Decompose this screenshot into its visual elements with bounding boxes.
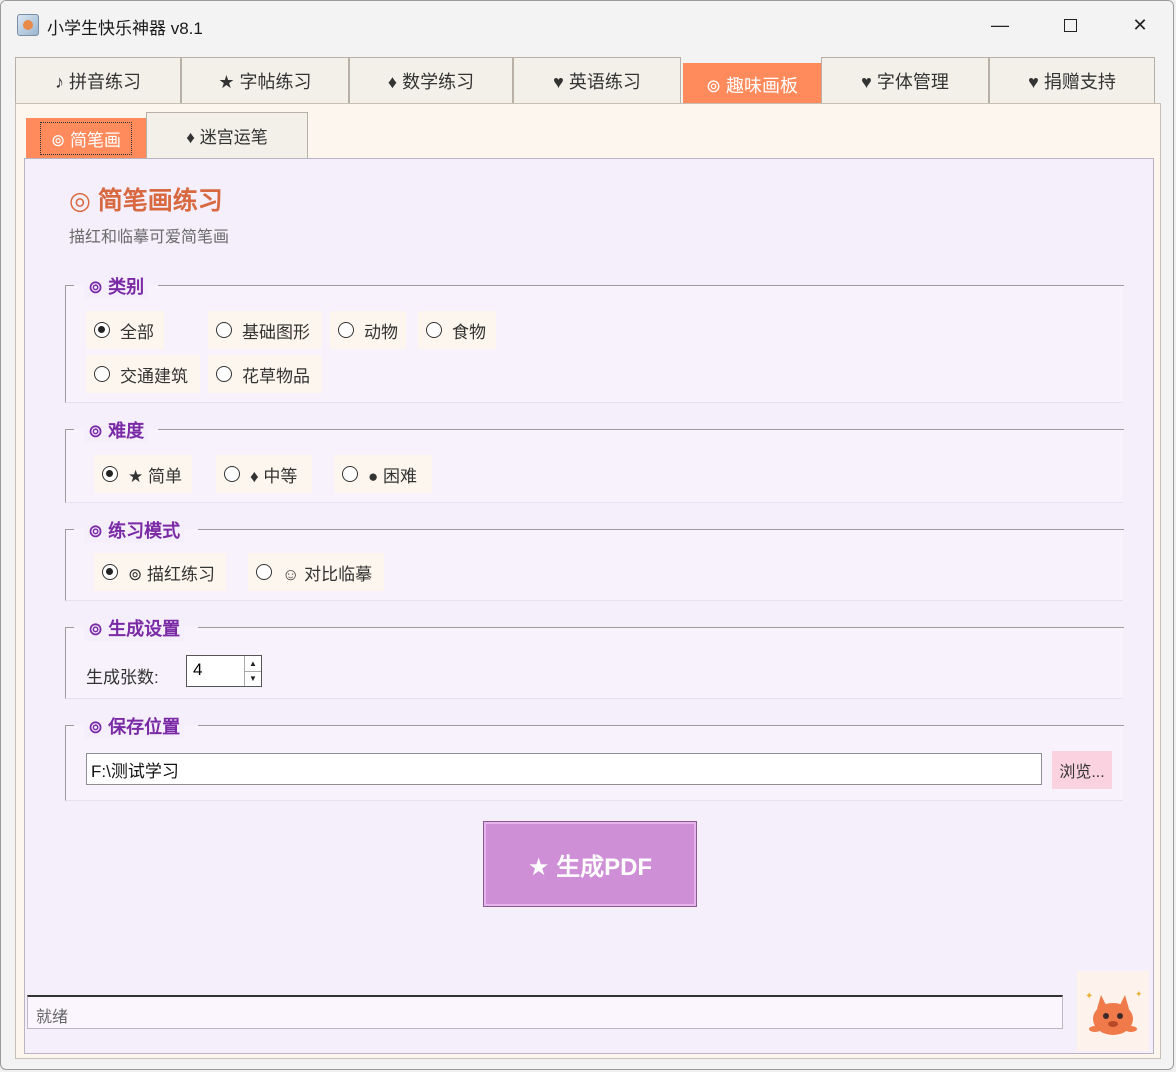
- tab-copybook[interactable]: ★ 字帖练习: [181, 57, 349, 103]
- radio-icon: [224, 466, 240, 482]
- radio-icon: [426, 322, 442, 338]
- category-label: ⊚ 类别: [84, 273, 149, 299]
- stick-drawing-panel: ◎ 简笔画练习 描红和临摹可爱简笔画 ⊚ 类别 全部 基础图形 动物 食物 交通…: [24, 158, 1154, 1054]
- page-title: ◎ 简笔画练习: [69, 187, 223, 215]
- main-tab-area: ♪ 拼音练习 ★ 字帖练习 ♦ 数学练习 ♥ 英语练习 ⊚ 趣味画板 ♥ 字体管…: [15, 55, 1161, 1059]
- group-divider: [198, 627, 1124, 628]
- page-subtitle: 描红和临摹可爱简笔画: [69, 229, 230, 246]
- category-option-shapes[interactable]: 基础图形: [208, 311, 322, 349]
- fun-drawing-panel: ⊚ 简笔画 ♦ 迷宫运笔 ◎ 简笔画练习 描红和临摹可爱简笔画 ⊚ 类别 全部 …: [15, 103, 1161, 1059]
- maximize-icon: [1063, 18, 1077, 32]
- practice-mode-label: ⊚ 练习模式: [84, 517, 185, 543]
- generate-pdf-button[interactable]: ★ 生成PDF: [483, 821, 697, 907]
- page-count-label: 生成张数:: [86, 668, 159, 687]
- mascot-icon: ✦ ✦: [1085, 990, 1143, 1035]
- radio-icon: [94, 366, 110, 382]
- app-icon: [17, 14, 39, 36]
- close-button[interactable]: ✕: [1105, 1, 1173, 49]
- tab-pinyin[interactable]: ♪ 拼音练习: [15, 57, 181, 103]
- page-count-stepper[interactable]: ▲ ▼: [186, 655, 262, 687]
- svg-text:✦: ✦: [1135, 990, 1143, 1000]
- tab-english[interactable]: ♥ 英语练习: [513, 57, 681, 103]
- group-divider: [198, 725, 1124, 726]
- generate-settings-group: ⊚ 生成设置 生成张数: ▲ ▼: [65, 615, 1124, 699]
- radio-label: ♦ 中等: [250, 466, 298, 486]
- radio-label: ● 困难: [368, 466, 417, 486]
- category-option-transport[interactable]: 交通建筑: [86, 355, 200, 393]
- svg-text:✦: ✦: [1085, 991, 1093, 1002]
- radio-label: ★ 简单: [128, 466, 182, 486]
- mode-option-compare[interactable]: ☺ 对比临摹: [248, 553, 384, 591]
- category-option-animals[interactable]: 动物: [330, 311, 406, 349]
- tab-fun-drawing[interactable]: ⊚ 趣味画板: [683, 63, 821, 105]
- app-window: 小学生快乐神器 v8.1 — ✕ ♪ 拼音练习 ★ 字帖练习 ♦ 数学练习 ♥ …: [0, 0, 1174, 1070]
- generate-settings-label: ⊚ 生成设置: [84, 615, 185, 641]
- tab-donate[interactable]: ♥ 捐赠支持: [989, 57, 1155, 103]
- tab-math[interactable]: ♦ 数学练习: [349, 57, 513, 103]
- save-location-label: ⊚ 保存位置: [84, 713, 185, 739]
- subtab-stick-drawing[interactable]: ⊚ 简笔画: [26, 118, 146, 158]
- minimize-icon: —: [991, 14, 1009, 35]
- subtab-stick-drawing-label: ⊚ 简笔画: [40, 122, 132, 155]
- difficulty-group: ⊚ 难度 ★ 简单 ♦ 中等 ● 困难: [65, 417, 1124, 503]
- difficulty-option-hard[interactable]: ● 困难: [334, 455, 432, 493]
- group-divider: [66, 285, 74, 286]
- radio-label: ☺ 对比临摹: [282, 564, 373, 584]
- group-divider: [158, 285, 1124, 286]
- stepper-up-icon[interactable]: ▲: [245, 656, 261, 671]
- radio-icon: [342, 466, 358, 482]
- radio-label: 动物: [364, 322, 398, 342]
- category-option-plants[interactable]: 花草物品: [208, 355, 322, 393]
- stepper-down-icon[interactable]: ▼: [245, 670, 261, 687]
- save-path-input[interactable]: [86, 753, 1042, 785]
- radio-selected-icon: [102, 564, 118, 580]
- title-bar[interactable]: 小学生快乐神器 v8.1 — ✕: [1, 1, 1173, 49]
- maximize-button[interactable]: [1035, 1, 1105, 49]
- window-title: 小学生快乐神器 v8.1: [47, 19, 203, 38]
- radio-selected-icon: [102, 466, 118, 482]
- group-divider: [66, 627, 74, 628]
- mode-option-trace[interactable]: ⊚ 描红练习: [94, 553, 226, 591]
- radio-selected-icon: [94, 322, 110, 338]
- group-divider: [158, 429, 1124, 430]
- radio-label: 交通建筑: [120, 366, 188, 386]
- group-divider: [66, 429, 74, 430]
- radio-label: 花草物品: [242, 366, 310, 386]
- browse-button[interactable]: 浏览...: [1052, 751, 1112, 789]
- radio-icon: [256, 564, 272, 580]
- category-group: ⊚ 类别 全部 基础图形 动物 食物 交通建筑 花草物品: [65, 273, 1124, 403]
- minimize-button[interactable]: —: [965, 1, 1035, 49]
- difficulty-option-medium[interactable]: ♦ 中等: [216, 455, 312, 493]
- category-option-all[interactable]: 全部: [86, 311, 164, 349]
- difficulty-option-easy[interactable]: ★ 简单: [94, 455, 192, 493]
- group-divider: [198, 529, 1124, 530]
- radio-label: 基础图形: [242, 322, 310, 342]
- radio-label: 全部: [120, 322, 154, 342]
- subtab-maze[interactable]: ♦ 迷宫运笔: [146, 112, 308, 158]
- group-divider: [66, 529, 74, 530]
- mascot-image: ✦ ✦: [1077, 971, 1149, 1051]
- practice-mode-group: ⊚ 练习模式 ⊚ 描红练习 ☺ 对比临摹: [65, 517, 1124, 601]
- category-option-food[interactable]: 食物: [418, 311, 496, 349]
- radio-icon: [338, 322, 354, 338]
- difficulty-label: ⊚ 难度: [84, 417, 149, 443]
- radio-icon: [216, 322, 232, 338]
- save-location-group: ⊚ 保存位置 浏览...: [65, 713, 1124, 801]
- close-icon: ✕: [1132, 14, 1148, 35]
- radio-label: ⊚ 描红练习: [128, 564, 215, 584]
- radio-icon: [216, 366, 232, 382]
- tab-font-manager[interactable]: ♥ 字体管理: [821, 57, 989, 103]
- group-divider: [66, 725, 74, 726]
- stepper-arrows[interactable]: ▲ ▼: [244, 656, 261, 686]
- radio-label: 食物: [452, 322, 486, 342]
- status-bar: 就绪: [27, 995, 1063, 1029]
